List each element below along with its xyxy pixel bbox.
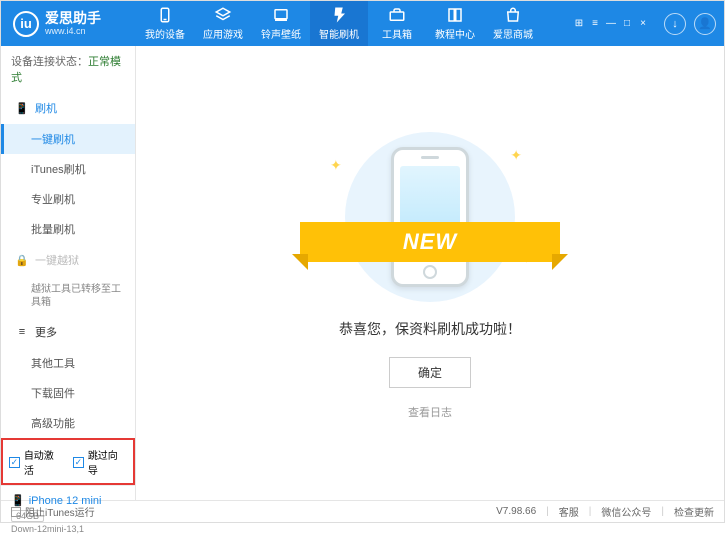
- nav-tab-3[interactable]: 智能刷机: [310, 1, 368, 46]
- download-button[interactable]: ↓: [664, 13, 686, 35]
- checkbox-label: 自动激活: [24, 447, 63, 477]
- logo-icon: iu: [13, 11, 39, 37]
- check-icon: ✓: [73, 457, 84, 468]
- user-button[interactable]: 👤: [694, 13, 716, 35]
- group-label: 一键越狱: [35, 252, 79, 268]
- nav-tab-2[interactable]: 铃声壁纸: [252, 1, 310, 46]
- side-item-2-2[interactable]: 高级功能: [1, 408, 135, 438]
- device-status: 设备连接状态：正常模式: [1, 46, 135, 92]
- nav-tab-1[interactable]: 应用游戏: [194, 1, 252, 46]
- new-banner: NEW: [300, 222, 560, 262]
- nav-tab-0[interactable]: 我的设备: [136, 1, 194, 46]
- side-item-0-1[interactable]: iTunes刷机: [1, 154, 135, 184]
- side-group-1: 🔒 一键越狱: [1, 244, 135, 276]
- block-itunes-label: 阻止iTunes运行: [25, 504, 95, 519]
- side-group-2[interactable]: ≡ 更多: [1, 316, 135, 348]
- success-illustration: ✦ ✦ ✦ NEW: [320, 127, 540, 307]
- side-item-0-2[interactable]: 专业刷机: [1, 184, 135, 214]
- side-item-0-0[interactable]: 一键刷机: [1, 124, 135, 154]
- side-item-2-0[interactable]: 其他工具: [1, 348, 135, 378]
- nav-label: 教程中心: [435, 26, 475, 41]
- block-itunes-checkbox[interactable]: 阻止iTunes运行: [11, 504, 95, 519]
- titlebar: iu 爱思助手 www.i4.cn 我的设备 应用游戏 铃声壁纸 智能刷机 工具箱 教程中…: [1, 1, 724, 46]
- nav-tab-5[interactable]: 教程中心: [426, 1, 484, 46]
- success-message: 恭喜您，保资料刷机成功啦！: [339, 319, 521, 339]
- grid-icon[interactable]: ⊞: [572, 18, 586, 29]
- group-label: 更多: [35, 324, 57, 340]
- nav-label: 工具箱: [382, 26, 412, 41]
- view-log-link[interactable]: 查看日志: [408, 404, 452, 420]
- lock-icon: 🔒: [15, 253, 29, 267]
- nav-label: 爱思商城: [493, 26, 533, 41]
- window-buttons: ⊞ ≡ — □ ×: [566, 18, 656, 29]
- nav-label: 我的设备: [145, 26, 185, 41]
- menu-icon[interactable]: ≡: [588, 18, 602, 29]
- app-url: www.i4.cn: [45, 26, 101, 36]
- side-group-0[interactable]: 📱 刷机: [1, 92, 135, 124]
- apps-icon: [214, 6, 232, 24]
- nav-tab-6[interactable]: 爱思商城: [484, 1, 542, 46]
- side-item-2-1[interactable]: 下载固件: [1, 378, 135, 408]
- phone-graphic: [391, 147, 469, 287]
- wechat-link[interactable]: 微信公众号: [601, 504, 651, 519]
- shop-icon: [504, 6, 522, 24]
- media-icon: [272, 6, 290, 24]
- phone-icon: [156, 6, 174, 24]
- nav-tabs: 我的设备 应用游戏 铃声壁纸 智能刷机 工具箱 教程中心 爱思商城: [136, 1, 566, 46]
- checkbox-icon: [11, 507, 21, 517]
- group-label: 刷机: [35, 100, 57, 116]
- nav-label: 应用游戏: [203, 26, 243, 41]
- nav-label: 铃声壁纸: [261, 26, 301, 41]
- check-icon: ✓: [9, 457, 20, 468]
- close-button[interactable]: ×: [636, 18, 650, 29]
- flash-icon: [330, 6, 348, 24]
- checkbox-row: ✓ 自动激活 ✓ 跳过向导: [1, 438, 135, 485]
- update-link[interactable]: 检查更新: [674, 504, 714, 519]
- more-icon: ≡: [15, 325, 29, 339]
- titlebar-right: ⊞ ≡ — □ × ↓ 👤: [566, 13, 724, 35]
- checkbox-1[interactable]: ✓ 跳过向导: [73, 447, 127, 477]
- main-content: ✦ ✦ ✦ NEW 恭喜您，保资料刷机成功啦！ 确定 查看日志: [136, 46, 724, 500]
- checkbox-0[interactable]: ✓ 自动激活: [9, 447, 63, 477]
- maximize-button[interactable]: □: [620, 18, 634, 29]
- nav-label: 智能刷机: [319, 26, 359, 41]
- phone-icon: 📱: [15, 101, 29, 115]
- minimize-button[interactable]: —: [604, 18, 618, 29]
- side-item-0-3[interactable]: 批量刷机: [1, 214, 135, 244]
- device-sub: Down-12mini-13,1: [11, 524, 125, 534]
- toolbox-icon: [388, 6, 406, 24]
- sidebar: 设备连接状态：正常模式 📱 刷机一键刷机iTunes刷机专业刷机批量刷机 🔒 一键越狱…: [1, 46, 136, 500]
- nav-tab-4[interactable]: 工具箱: [368, 1, 426, 46]
- ok-button[interactable]: 确定: [389, 357, 471, 388]
- app-name: 爱思助手: [45, 11, 101, 26]
- checkbox-label: 跳过向导: [88, 447, 127, 477]
- support-link[interactable]: 客服: [559, 504, 579, 519]
- logo: iu 爱思助手 www.i4.cn: [1, 11, 136, 37]
- side-item-1-0: 越狱工具已转移至工具箱: [1, 276, 135, 316]
- status-label: 设备连接状态：: [11, 56, 88, 68]
- book-icon: [446, 6, 464, 24]
- version: V7.98.66: [496, 506, 536, 517]
